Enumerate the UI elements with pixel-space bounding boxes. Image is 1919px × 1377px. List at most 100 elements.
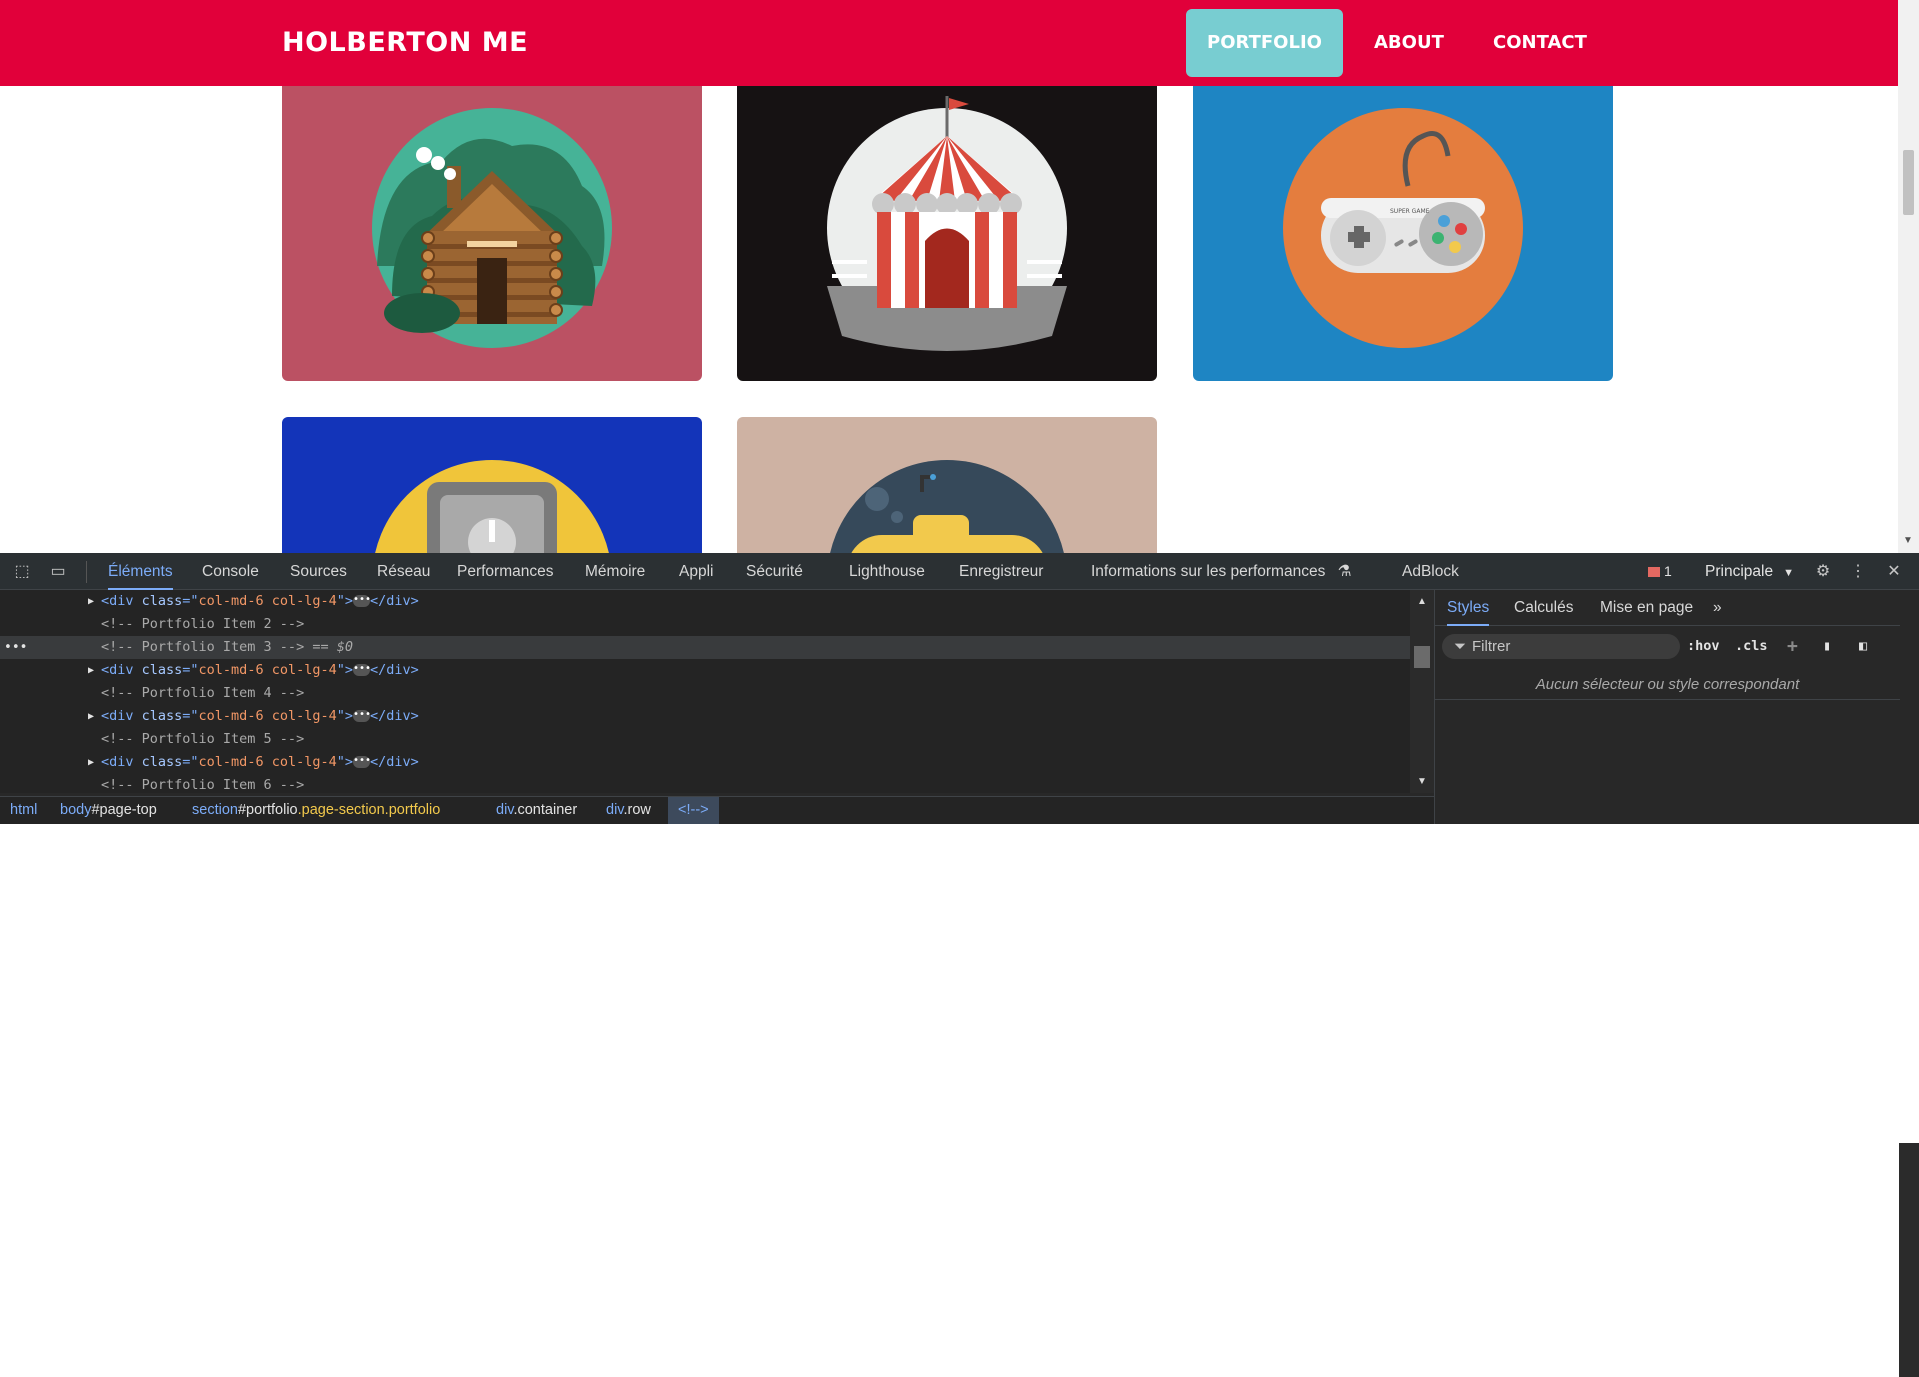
tab-network[interactable]: Réseau: [377, 553, 430, 590]
tab-computed[interactable]: Calculés: [1514, 590, 1573, 626]
dom-comment-row[interactable]: <!-- Portfolio Item 2 -->: [0, 613, 1410, 636]
device-toolbar-icon[interactable]: ▭: [47, 561, 69, 583]
tab-console[interactable]: Console: [202, 553, 259, 590]
tab-performance-insights[interactable]: Informations sur les performances ⚗: [1091, 553, 1352, 590]
scroll-down-arrow-icon[interactable]: ▼: [1903, 535, 1913, 546]
tab-application[interactable]: Appli: [679, 553, 713, 590]
expand-triangle-icon[interactable]: ▶: [88, 705, 94, 728]
nav-link-contact[interactable]: CONTACT: [1473, 9, 1607, 77]
styles-tabbar: Styles Calculés Mise en page »: [1435, 590, 1900, 626]
filter-placeholder: Filtrer: [1472, 638, 1511, 655]
flask-icon: ⚗: [1337, 563, 1352, 580]
tab-recorder[interactable]: Enregistreur: [959, 553, 1043, 590]
portfolio-item-cabin[interactable]: [282, 66, 702, 381]
toggle-sidebar-icon[interactable]: ◧: [1859, 634, 1867, 659]
controller-label: SUPER GAME: [1390, 208, 1430, 215]
tab-adblock[interactable]: AdBlock: [1402, 553, 1459, 590]
dom-node-code: <div class="col-md-6 col-lg-4">•••</div>: [101, 593, 419, 609]
inspect-element-icon[interactable]: ⬚: [11, 561, 33, 583]
submarine-icon: [830, 460, 1064, 553]
expand-triangle-icon[interactable]: ▶: [88, 751, 94, 774]
dom-comment: <!-- Portfolio Item 5 -->: [101, 731, 305, 747]
new-rule-plus-icon[interactable]: +: [1787, 634, 1798, 659]
dom-node-code: <div class="col-md-6 col-lg-4">•••</div>: [101, 662, 419, 678]
page-viewport: SUPER GAME HOLBERTON ME PORTFOLIO ABOUT …: [0, 0, 1919, 553]
more-tabs-chevron-icon[interactable]: »: [1713, 590, 1722, 626]
expand-triangle-icon[interactable]: ▶: [88, 659, 94, 682]
dom-node-row[interactable]: ▶ <div class="col-md-6 col-lg-4">•••</di…: [0, 590, 1410, 613]
crumb-comment[interactable]: <!-->: [668, 797, 719, 824]
tab-lighthouse[interactable]: Lighthouse: [849, 553, 925, 590]
nav-link-portfolio[interactable]: PORTFOLIO: [1186, 9, 1343, 77]
tab-security[interactable]: Sécurité: [746, 553, 803, 590]
more-options-icon[interactable]: ⋮: [1847, 561, 1869, 583]
chevron-down-icon: ▼: [1783, 567, 1794, 579]
dom-breadcrumb: html body#page-top section#portfolio.pag…: [0, 796, 1434, 824]
portfolio-item-controller[interactable]: SUPER GAME: [1193, 66, 1613, 381]
devtools-panel: ⬚ ▭ Éléments Console Sources Réseau Perf…: [0, 553, 1919, 1377]
collapsed-ellipsis-icon: •••: [352, 755, 372, 768]
crumb-container[interactable]: div.container: [496, 797, 577, 824]
dom-comment-row[interactable]: <!-- Portfolio Item 5 -->: [0, 728, 1410, 751]
portfolio-item-safe[interactable]: [282, 417, 702, 553]
portfolio-item-circus[interactable]: [737, 66, 1157, 381]
tab-memory[interactable]: Mémoire: [585, 553, 645, 590]
dom-comment-row-selected[interactable]: ••• <!-- Portfolio Item 3 --> == $0: [0, 636, 1410, 659]
styles-scrollbar[interactable]: [1899, 1143, 1919, 1377]
tab-elements[interactable]: Éléments: [108, 553, 173, 590]
page-scrollbar[interactable]: ▼: [1898, 0, 1919, 553]
close-icon[interactable]: ✕: [1883, 561, 1905, 583]
elements-tree: ▶ <div class="col-md-6 col-lg-4">•••</di…: [0, 590, 1410, 793]
row-more-icon[interactable]: •••: [4, 636, 27, 659]
hover-state-button[interactable]: :hov: [1687, 634, 1720, 659]
tab-performance-insights-label: Informations sur les performances: [1091, 563, 1326, 580]
elements-scroll-thumb[interactable]: [1414, 646, 1430, 668]
collapsed-ellipsis-icon: •••: [352, 594, 372, 607]
styles-pane: Styles Calculés Mise en page » ⏷ Filtrer …: [1434, 590, 1900, 824]
settings-gear-icon[interactable]: ⚙: [1812, 561, 1834, 583]
filter-funnel-icon: ⏷: [1454, 638, 1467, 655]
tab-performance[interactable]: Performances: [457, 553, 553, 590]
circus-tent-icon: [827, 96, 1067, 351]
tab-sources[interactable]: Sources: [290, 553, 347, 590]
dom-comment-row[interactable]: <!-- Portfolio Item 6 -->: [0, 774, 1410, 793]
elements-scrollbar[interactable]: ▲ ▼: [1410, 590, 1434, 793]
dom-comment: <!-- Portfolio Item 4 -->: [101, 685, 305, 701]
tab-layout[interactable]: Mise en page: [1600, 590, 1693, 626]
dom-node-code: <div class="col-md-6 col-lg-4">•••</div>: [101, 754, 419, 770]
no-matching-styles-message: Aucun sélecteur ou style correspondant: [1435, 670, 1900, 700]
styles-filter-input[interactable]: ⏷ Filtrer: [1442, 634, 1680, 659]
issues-counter[interactable]: 1: [1648, 553, 1672, 590]
context-selector[interactable]: Principale ▼: [1705, 553, 1794, 590]
brand-logo[interactable]: HOLBERTON ME: [282, 27, 528, 58]
collapsed-ellipsis-icon: •••: [352, 709, 372, 722]
dom-comment-row[interactable]: <!-- Portfolio Item 4 -->: [0, 682, 1410, 705]
devtools-tabbar: ⬚ ▭ Éléments Console Sources Réseau Perf…: [0, 553, 1919, 590]
dom-node-row[interactable]: ▶ <div class="col-md-6 col-lg-4">•••</di…: [0, 705, 1410, 728]
portfolio-item-submarine[interactable]: [737, 417, 1157, 553]
scroll-up-arrow-icon[interactable]: ▲: [1417, 596, 1427, 607]
context-label: Principale: [1705, 563, 1774, 580]
crumb-body[interactable]: body#page-top: [60, 797, 157, 824]
site-navbar: HOLBERTON ME PORTFOLIO ABOUT CONTACT: [0, 0, 1898, 86]
class-toggle-button[interactable]: .cls: [1735, 634, 1768, 659]
game-controller-icon: SUPER GAME: [1283, 108, 1523, 348]
dom-comment: <!-- Portfolio Item 6 -->: [101, 777, 305, 793]
tabbar-divider: [86, 561, 87, 583]
tab-styles[interactable]: Styles: [1447, 590, 1490, 626]
page-scroll-thumb[interactable]: [1903, 150, 1914, 215]
dom-node-row[interactable]: ▶ <div class="col-md-6 col-lg-4">•••</di…: [0, 751, 1410, 774]
safe-icon: [375, 460, 609, 553]
crumb-row[interactable]: div.row: [606, 797, 651, 824]
paint-brush-icon[interactable]: ▮: [1823, 634, 1831, 659]
dom-node-row[interactable]: ▶ <div class="col-md-6 col-lg-4">•••</di…: [0, 659, 1410, 682]
expand-triangle-icon[interactable]: ▶: [88, 590, 94, 613]
nav-link-about[interactable]: ABOUT: [1354, 9, 1464, 77]
collapsed-ellipsis-icon: •••: [352, 663, 372, 676]
scroll-down-arrow-icon[interactable]: ▼: [1417, 776, 1427, 787]
crumb-section[interactable]: section#portfolio.page-section.portfolio: [192, 797, 440, 824]
crumb-html[interactable]: html: [10, 797, 37, 824]
issues-count: 1: [1664, 563, 1672, 579]
dom-comment-selected: <!-- Portfolio Item 3 --> == $0: [101, 639, 353, 655]
dom-comment: <!-- Portfolio Item 2 -->: [101, 616, 305, 632]
